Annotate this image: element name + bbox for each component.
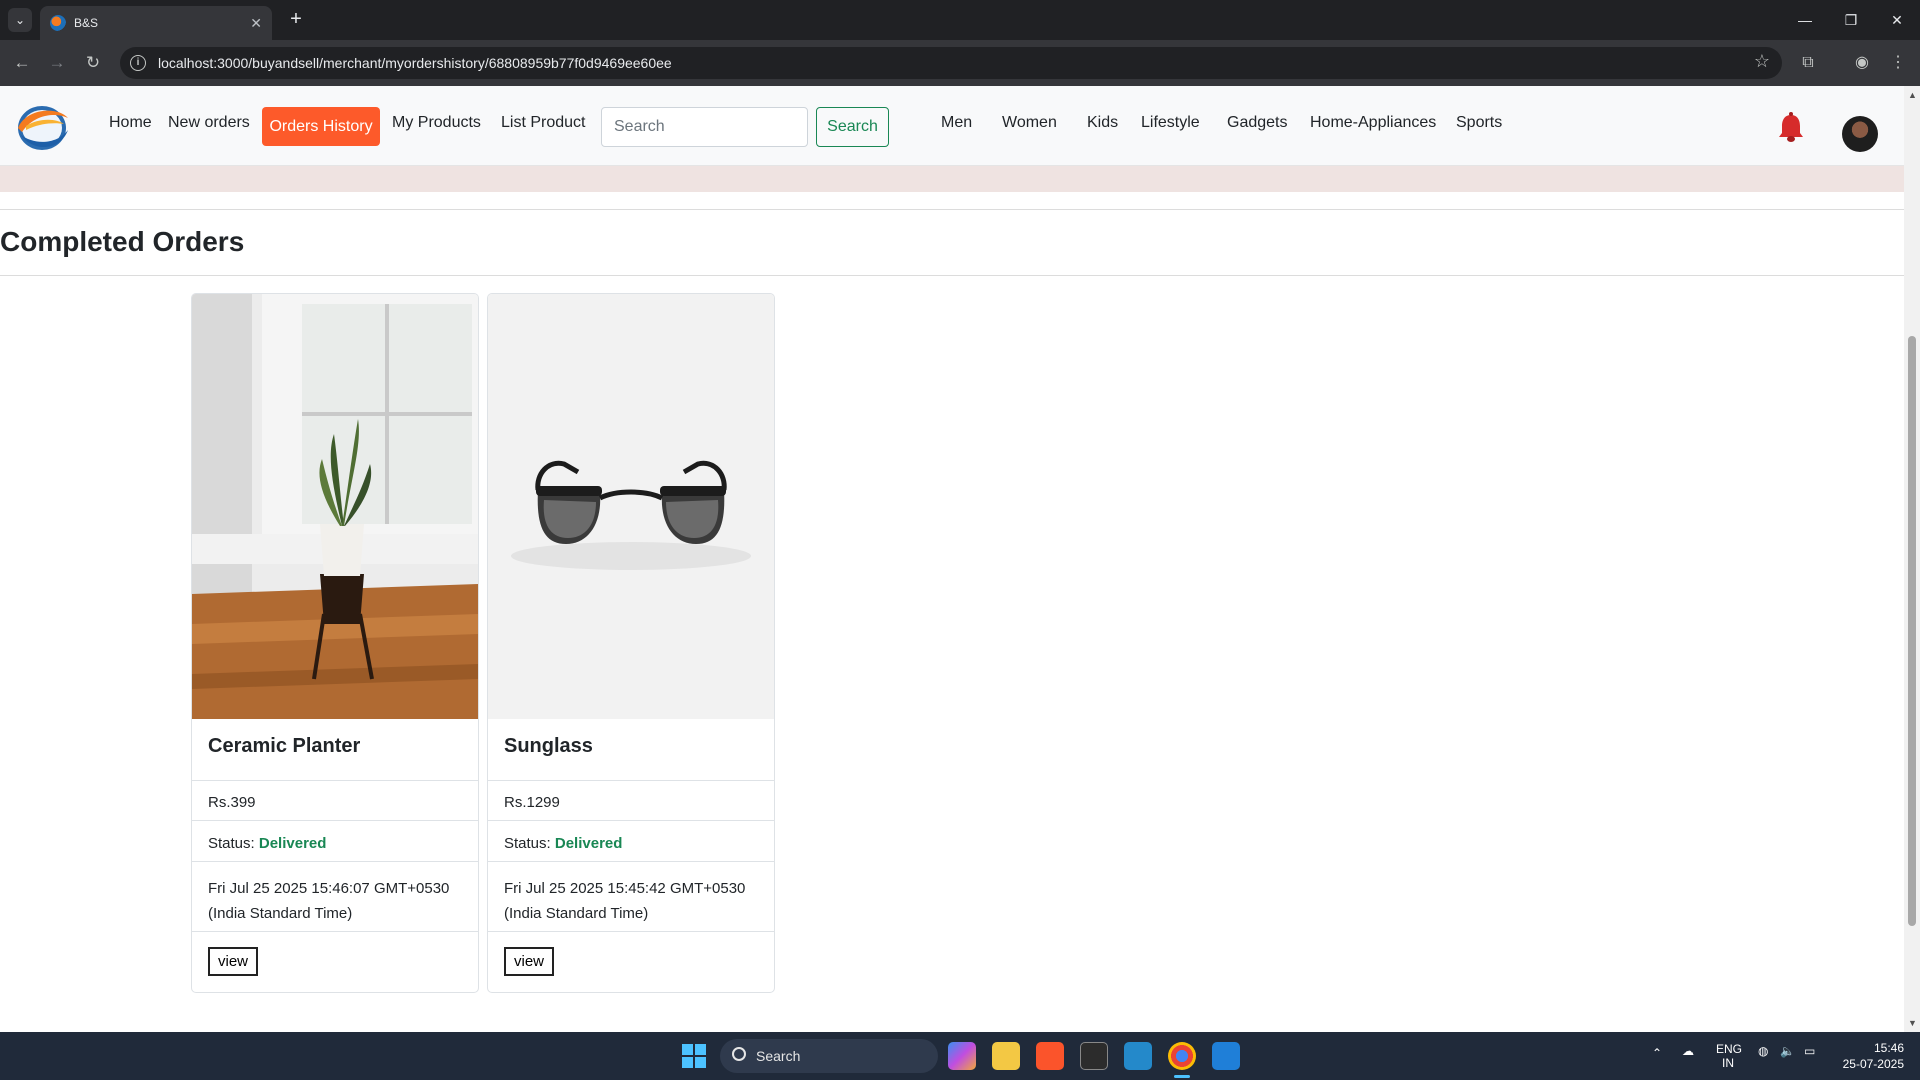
site-info-icon[interactable]: i — [130, 55, 146, 71]
active-app-indicator — [1174, 1075, 1190, 1078]
back-arrow-icon[interactable]: ← — [10, 51, 34, 75]
status-label: Status: — [208, 835, 255, 852]
view-order-button[interactable]: view — [504, 947, 555, 976]
taskbar-search-label: Search — [756, 1048, 801, 1064]
url-text: localhost:3000/buyandsell/merchant/myord… — [158, 55, 672, 71]
reload-icon[interactable]: ↻ — [81, 51, 105, 75]
paint-app-icon[interactable] — [1212, 1042, 1240, 1070]
divider — [488, 931, 774, 932]
lang-top: ENG — [1716, 1042, 1743, 1056]
windows-taskbar: Search ⌃ ☁ ENG IN ◍ 🔈 ▭ 15:46 25-07-2025 — [0, 1032, 1920, 1080]
product-price: Rs.399 — [208, 794, 256, 811]
order-status: Status: Delivered — [208, 835, 326, 852]
profile-icon[interactable]: ◉ — [1850, 51, 1874, 75]
scroll-up-arrow-icon[interactable]: ▲ — [1908, 90, 1917, 100]
lang-bottom: IN — [1722, 1056, 1734, 1070]
divider — [488, 861, 774, 862]
vscode-icon[interactable] — [1124, 1042, 1152, 1070]
site-favicon-icon — [50, 15, 66, 31]
tray-chevron-icon[interactable]: ⌃ — [1652, 1046, 1662, 1060]
bookmark-star-icon[interactable]: ☆ — [1754, 51, 1770, 72]
product-image-ceramic-planter — [192, 294, 478, 719]
user-avatar[interactable] — [1842, 116, 1878, 152]
notification-bell-icon[interactable] — [1774, 111, 1808, 145]
system-clock[interactable]: 15:46 25-07-2025 — [1838, 1040, 1904, 1072]
category-kids-link[interactable]: Kids — [1087, 114, 1118, 132]
brave-browser-icon[interactable] — [1036, 1042, 1064, 1070]
divider — [192, 780, 478, 781]
browser-tab[interactable]: B&S ✕ — [40, 6, 272, 40]
divider — [0, 275, 1904, 276]
search-input[interactable] — [601, 107, 808, 147]
category-women-link[interactable]: Women — [1002, 114, 1057, 132]
nav-home-link[interactable]: Home — [109, 114, 152, 132]
page-viewport: Home New orders Orders History My Produc… — [0, 86, 1904, 1032]
category-sports-link[interactable]: Sports — [1456, 114, 1502, 132]
battery-icon[interactable]: ▭ — [1804, 1044, 1815, 1058]
status-label: Status: — [504, 835, 551, 852]
windows-start-icon[interactable] — [682, 1044, 706, 1068]
divider — [0, 209, 1904, 210]
terminal-icon[interactable] — [1080, 1042, 1108, 1070]
site-logo-icon[interactable] — [12, 100, 72, 154]
divider — [192, 861, 478, 862]
category-home-appliances-link[interactable]: Home-Appliances — [1310, 114, 1436, 132]
browser-toolbar: ← → ↻ i localhost:3000/buyandsell/mercha… — [0, 40, 1920, 86]
nav-orders-history-link[interactable]: Orders History — [262, 107, 380, 146]
view-order-button[interactable]: view — [208, 947, 259, 976]
status-value: Delivered — [554, 835, 623, 852]
order-card: Sunglass Rs.1299 Status: Delivered Fri J… — [487, 293, 775, 993]
divider — [488, 780, 774, 781]
copilot-icon[interactable] — [948, 1042, 976, 1070]
nav-new-orders-link[interactable]: New orders — [168, 114, 250, 132]
network-icon[interactable]: ◍ — [1758, 1044, 1768, 1058]
page-title: Completed Orders — [0, 226, 245, 257]
divider — [488, 820, 774, 821]
chrome-menu-icon[interactable]: ⋮ — [1886, 51, 1910, 75]
order-status: Status: Delivered — [504, 835, 622, 852]
header-band — [0, 166, 1904, 192]
language-indicator[interactable]: ENG IN — [1716, 1042, 1743, 1070]
search-button[interactable]: Search — [816, 107, 889, 147]
divider — [192, 820, 478, 821]
minimize-icon[interactable]: — — [1782, 0, 1828, 40]
category-men-link[interactable]: Men — [941, 114, 972, 132]
forward-arrow-icon[interactable]: → — [45, 51, 69, 75]
volume-icon[interactable]: 🔈 — [1780, 1044, 1795, 1058]
site-navbar: Home New orders Orders History My Produc… — [0, 86, 1904, 166]
product-name: Ceramic Planter — [208, 735, 361, 757]
clock-time: 15:46 — [1873, 1041, 1904, 1055]
category-gadgets-link[interactable]: Gadgets — [1227, 114, 1287, 132]
status-value: Delivered — [258, 835, 327, 852]
new-tab-button[interactable]: + — [284, 8, 308, 32]
order-date: Fri Jul 25 2025 15:45:42 GMT+0530 (India… — [504, 880, 746, 922]
tab-close-icon[interactable]: ✕ — [250, 15, 262, 32]
close-window-icon[interactable]: ✕ — [1874, 0, 1920, 40]
divider — [192, 931, 478, 932]
extensions-icon[interactable]: ⧉ — [1796, 51, 1820, 75]
chrome-icon[interactable] — [1168, 1042, 1196, 1070]
onedrive-icon[interactable]: ☁ — [1682, 1044, 1694, 1058]
taskbar-search[interactable]: Search — [720, 1039, 938, 1073]
scroll-down-arrow-icon[interactable]: ▼ — [1908, 1018, 1917, 1028]
nav-list-product-link[interactable]: List Product — [501, 114, 585, 132]
tab-title: B&S — [74, 16, 99, 30]
page-scrollbar[interactable]: ▲ ▼ — [1904, 86, 1920, 1032]
product-image-sunglass — [488, 294, 774, 719]
product-name: Sunglass — [504, 735, 593, 757]
restore-icon[interactable]: ❐ — [1828, 0, 1874, 40]
scrollbar-thumb[interactable] — [1908, 336, 1916, 926]
search-icon — [732, 1047, 746, 1061]
tab-list-button[interactable]: ⌄ — [8, 8, 32, 32]
product-price: Rs.1299 — [504, 794, 560, 811]
order-card: Ceramic Planter Rs.399 Status: Delivered… — [191, 293, 479, 993]
address-bar[interactable]: i localhost:3000/buyandsell/merchant/myo… — [120, 47, 1782, 79]
order-date: Fri Jul 25 2025 15:46:07 GMT+0530 (India… — [208, 880, 450, 922]
file-explorer-icon[interactable] — [992, 1042, 1020, 1070]
category-lifestyle-link[interactable]: Lifestyle — [1141, 114, 1200, 132]
nav-my-products-link[interactable]: My Products — [392, 114, 481, 132]
browser-tab-strip: ⌄ B&S ✕ + — ❐ ✕ — [0, 0, 1920, 40]
clock-date: 25-07-2025 — [1842, 1057, 1904, 1071]
